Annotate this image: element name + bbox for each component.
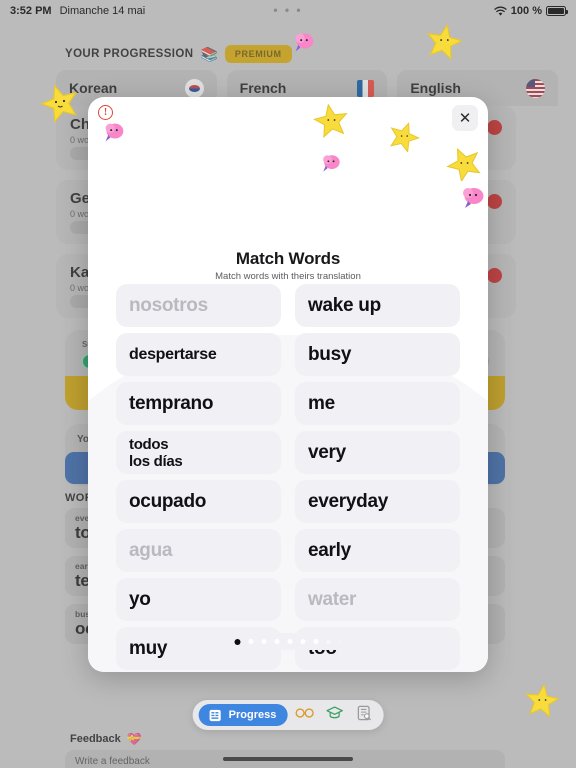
match-card-left[interactable]: agua bbox=[116, 529, 281, 572]
tab-progress[interactable]: Progress bbox=[198, 704, 288, 726]
tab-progress-label: Progress bbox=[228, 709, 277, 721]
feedback-header: Feedback 💝 bbox=[70, 732, 142, 746]
status-bar-date: Dimanche 14 mai bbox=[59, 5, 146, 17]
match-card-left[interactable]: nosotros bbox=[116, 284, 281, 327]
tab-dictionary[interactable] bbox=[351, 704, 377, 726]
tab-glasses[interactable] bbox=[291, 704, 317, 726]
match-grid: nosotros despertarse temprano todos los … bbox=[116, 284, 460, 672]
match-card-right[interactable]: water bbox=[295, 578, 460, 621]
match-card-left[interactable]: ocupado bbox=[116, 480, 281, 523]
pagination-dots[interactable] bbox=[223, 633, 353, 650]
flag-dot-icon bbox=[487, 268, 502, 283]
flag-dot-icon bbox=[487, 120, 502, 135]
premium-badge[interactable]: PREMIUM bbox=[224, 45, 292, 63]
document-search-icon bbox=[357, 705, 372, 726]
match-card-right[interactable]: early bbox=[295, 529, 460, 572]
pagination-dot[interactable] bbox=[338, 640, 342, 643]
tab-korean-label: Korean bbox=[69, 80, 118, 96]
modal-subtitle: Match words with theirs translation bbox=[215, 271, 361, 282]
battery-percent: 100 % bbox=[510, 5, 542, 17]
pagination-dot[interactable] bbox=[274, 639, 280, 644]
pagination-dot[interactable] bbox=[234, 638, 241, 645]
progression-header: YOUR PROGRESSION 📚 PREMIUM bbox=[65, 45, 292, 63]
match-card-right[interactable]: wake up bbox=[295, 284, 460, 327]
flag-france-icon bbox=[357, 79, 375, 97]
status-bar-center-dots: • • • bbox=[273, 3, 303, 17]
battery-full-icon bbox=[546, 6, 568, 16]
flag-korea-icon bbox=[184, 78, 204, 98]
pagination-dot[interactable] bbox=[313, 639, 319, 644]
pagination-dot[interactable] bbox=[261, 639, 267, 644]
tab-english-label: English bbox=[410, 80, 461, 96]
progress-icon bbox=[207, 707, 224, 724]
pagination-dot[interactable] bbox=[300, 639, 306, 644]
glasses-icon bbox=[294, 706, 314, 724]
close-icon[interactable]: ✕ bbox=[452, 105, 478, 131]
match-card-right[interactable]: very bbox=[295, 431, 460, 474]
info-exclamation-icon[interactable]: ! bbox=[98, 105, 113, 120]
books-icon: 📚 bbox=[200, 45, 218, 62]
status-bar-time: 3:52 PM bbox=[10, 5, 52, 17]
match-card-left[interactable]: todos los días bbox=[116, 431, 281, 474]
bottom-tab-bar: Progress bbox=[192, 700, 384, 730]
feedback-label: Feedback bbox=[70, 733, 121, 745]
heart-icon: 💝 bbox=[126, 732, 142, 746]
match-left-column: nosotros despertarse temprano todos los … bbox=[116, 284, 281, 672]
flag-usa-icon bbox=[526, 78, 546, 98]
tab-french-label: French bbox=[239, 80, 287, 96]
modal-title: Match Words bbox=[235, 249, 341, 268]
graduation-cap-icon bbox=[325, 705, 343, 725]
status-bar: 3:52 PM Dimanche 14 mai • • • 100 % bbox=[0, 0, 576, 22]
flag-dot-icon bbox=[487, 194, 502, 209]
pagination-dot[interactable] bbox=[248, 639, 254, 644]
match-card-left[interactable]: despertarse bbox=[116, 333, 281, 376]
pagination-dot[interactable] bbox=[287, 639, 293, 644]
pagination-dot[interactable] bbox=[326, 639, 331, 644]
match-card-left[interactable]: yo bbox=[116, 578, 281, 621]
match-words-modal: ! ✕ Match Words Match words with theirs … bbox=[88, 97, 488, 672]
home-indicator bbox=[223, 757, 353, 761]
page-title: YOUR PROGRESSION bbox=[65, 48, 194, 60]
match-card-right[interactable]: busy bbox=[295, 333, 460, 376]
wifi-icon bbox=[494, 6, 507, 17]
match-right-column: wake up busy me very everyday early wate… bbox=[295, 284, 460, 672]
match-card-right[interactable]: me bbox=[295, 382, 460, 425]
tab-learn[interactable] bbox=[321, 704, 347, 726]
match-card-left[interactable]: temprano bbox=[116, 382, 281, 425]
match-card-right[interactable]: everyday bbox=[295, 480, 460, 523]
